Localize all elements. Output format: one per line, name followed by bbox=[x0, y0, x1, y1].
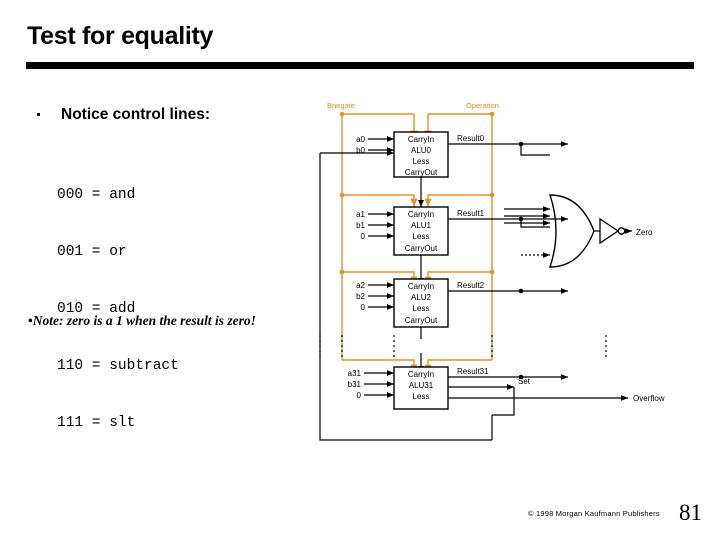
alu2-block: CarryIn ALU2 Less CarryOut bbox=[393, 278, 449, 328]
alu2-title: ALU2 bbox=[411, 293, 432, 302]
alu2-port-carryin: CarryIn bbox=[408, 282, 434, 291]
output-label-set: Set bbox=[518, 377, 531, 386]
alu31-block: CarryIn ALU31 Less bbox=[393, 366, 449, 410]
input-label-b31: b31 bbox=[348, 380, 362, 389]
alu2-port-less: Less bbox=[413, 304, 430, 313]
output-label-result2: Result2 bbox=[457, 281, 485, 290]
alu1-title: ALU1 bbox=[411, 221, 432, 230]
input-label-b1: b1 bbox=[356, 221, 365, 230]
alu0-port-carryin: CarryIn bbox=[408, 135, 434, 144]
page-title: Test for equality bbox=[27, 22, 214, 50]
input-label-b2: b2 bbox=[356, 292, 365, 301]
control-lines-list: 000 = and 001 = or 010 = add 110 = subtr… bbox=[57, 148, 179, 471]
input-label-a1: a1 bbox=[356, 210, 365, 219]
alu-block-diagram: Bnegate Operation CarryIn ALU0 Less Carr… bbox=[318, 95, 718, 450]
output-label-result1: Result1 bbox=[457, 209, 485, 218]
alu31-port-carryin: CarryIn bbox=[408, 370, 434, 379]
input-label-a2: a2 bbox=[356, 281, 365, 290]
wire-junction-dots bbox=[518, 141, 524, 380]
alu0-port-carryout: CarryOut bbox=[405, 168, 438, 177]
control-line-item: 110 = subtract bbox=[57, 358, 179, 374]
copyright-notice: © 1998 Morgan Kaufmann Publishers bbox=[528, 509, 660, 518]
control-line-item: 000 = and bbox=[57, 187, 136, 203]
control-line-item: 001 = or bbox=[57, 244, 127, 260]
alu0-port-less: Less bbox=[413, 157, 430, 166]
input-label-a0: a0 bbox=[356, 135, 365, 144]
title-rule bbox=[26, 62, 694, 69]
alu1-port-carryin: CarryIn bbox=[408, 210, 434, 219]
nor-gate-symbol bbox=[549, 194, 595, 268]
alu0-title: ALU0 bbox=[411, 146, 432, 155]
operation-label: Operation bbox=[466, 101, 499, 110]
alu1-port-less: Less bbox=[413, 232, 430, 241]
page-number: 81 bbox=[679, 500, 702, 525]
control-line-item: 111 = slt bbox=[57, 415, 136, 431]
note-text-row: •Note: zero is a 1 when the result is ze… bbox=[28, 313, 256, 329]
alu31-port-less: Less bbox=[413, 392, 430, 401]
output-label-result31: Result31 bbox=[457, 367, 489, 376]
bullet-marker-icon bbox=[37, 113, 40, 116]
alu31-title: ALU31 bbox=[409, 381, 434, 390]
alu1-port-carryout: CarryOut bbox=[405, 244, 438, 253]
bnegate-label: Bnegate bbox=[327, 101, 355, 110]
note-text: Note: zero is a 1 when the result is zer… bbox=[32, 313, 256, 328]
input-label-a31: a31 bbox=[348, 369, 362, 378]
slide-canvas: Test for equality Notice control lines: … bbox=[0, 0, 720, 540]
alu1-block: CarryIn ALU1 Less CarryOut bbox=[393, 206, 449, 256]
output-label-overflow: Overflow bbox=[633, 394, 665, 403]
output-label-zero: Zero bbox=[636, 228, 653, 237]
input-label-zero-2: 0 bbox=[361, 303, 366, 312]
bullet-label: Notice control lines: bbox=[61, 106, 210, 123]
input-label-zero-1: 0 bbox=[361, 232, 366, 241]
input-label-zero-31: 0 bbox=[357, 391, 362, 400]
alu0-block: CarryIn ALU0 Less CarryOut bbox=[393, 131, 449, 178]
input-label-b0: b0 bbox=[356, 146, 365, 155]
alu2-port-carryout: CarryOut bbox=[405, 316, 438, 325]
inverter-gate-symbol bbox=[594, 217, 632, 245]
ellipsis-marks bbox=[319, 335, 607, 357]
bullet-row: Notice control lines: bbox=[33, 106, 323, 130]
output-label-result0: Result0 bbox=[457, 134, 485, 143]
